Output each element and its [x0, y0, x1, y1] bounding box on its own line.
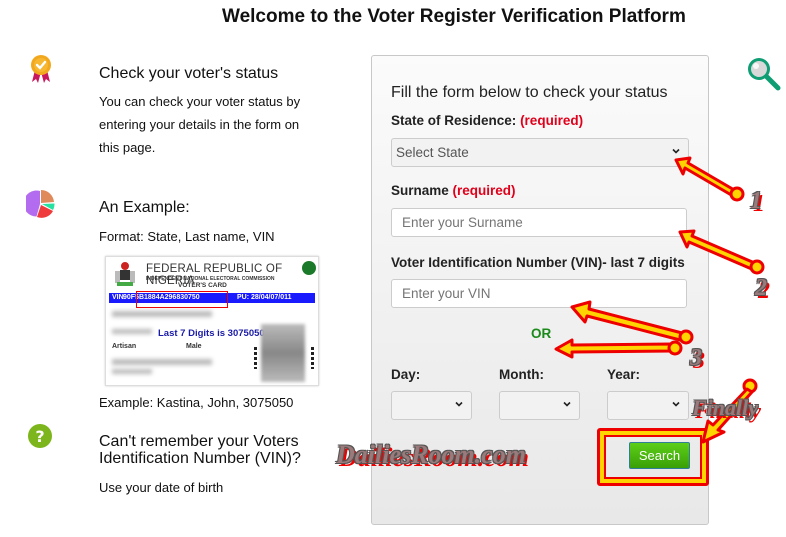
state-label: State of Residence: (required)	[391, 113, 583, 128]
arrow-finally-knob	[742, 378, 758, 394]
blurred-address	[112, 359, 212, 365]
blurred-dob	[112, 329, 152, 334]
step-3-label: 3	[690, 345, 702, 371]
check-status-text-3: this page.	[99, 140, 156, 155]
step-1-label: 1	[750, 188, 762, 214]
arrow-1-knob	[729, 186, 745, 202]
card-dots-left	[254, 347, 257, 369]
year-select[interactable]	[607, 391, 689, 420]
card-vin-label: VIN	[112, 294, 124, 301]
forgot-vin-title-1: Can't remember your Voters	[99, 433, 299, 450]
card-dots-right	[311, 347, 314, 369]
month-label: Month:	[499, 367, 544, 382]
question-circle-icon: ?	[28, 424, 52, 448]
year-label: Year:	[607, 367, 641, 382]
blurred-name	[112, 311, 212, 317]
chevron-down-icon	[672, 148, 680, 154]
award-badge-icon	[31, 55, 51, 83]
vin-highlight-box	[136, 291, 228, 308]
step-2-label: 2	[755, 275, 767, 301]
check-status-text-1: You can check your voter status by	[99, 94, 301, 109]
voter-card-example-image: FEDERAL REPUBLIC OF NIGERIA INDEPENDENT …	[105, 256, 319, 386]
watermark: DailiesRoom.com	[336, 440, 526, 469]
surname-label-text: Surname	[391, 183, 449, 198]
or-divider: OR	[531, 326, 552, 341]
surname-label: Surname (required)	[391, 183, 516, 198]
state-select-value: Select State	[396, 145, 469, 160]
check-status-title: Check your voter's status	[99, 65, 279, 82]
example-text: Example: Kastina, John, 3075050	[99, 395, 294, 410]
blurred-address-2	[112, 369, 152, 374]
state-label-text: State of Residence:	[391, 113, 517, 128]
last-digits-annotation: Last 7 Digits is 3075050	[158, 328, 265, 339]
card-photo	[261, 324, 305, 382]
pie-chart-icon	[26, 189, 55, 218]
coat-of-arms-icon	[115, 262, 135, 286]
card-occupation: Artisan	[112, 343, 137, 350]
example-title: An Example:	[99, 199, 190, 216]
month-select[interactable]	[499, 391, 580, 420]
chevron-down-icon	[455, 401, 463, 407]
forgot-vin-text: Use your date of birth	[99, 480, 224, 495]
surname-input[interactable]	[391, 208, 687, 237]
vin-label: Voter Identification Number (VIN)- last …	[391, 255, 685, 270]
magnifier-icon	[748, 58, 781, 91]
inec-seal-icon	[302, 261, 316, 275]
required-marker: (required)	[452, 183, 516, 198]
arrow-2-knob	[749, 259, 765, 275]
chevron-down-icon	[563, 401, 571, 407]
form-heading: Fill the form below to check your status	[391, 84, 668, 101]
state-select[interactable]: Select State	[391, 138, 689, 167]
page-title: Welcome to the Voter Register Verificati…	[222, 6, 686, 27]
search-highlight-box	[597, 428, 709, 486]
day-select[interactable]	[391, 391, 472, 420]
day-label: Day:	[391, 367, 421, 382]
example-format: Format: State, Last name, VIN	[99, 229, 275, 244]
card-sex: Male	[186, 343, 202, 350]
vin-input[interactable]	[391, 279, 687, 308]
card-type: VOTER'S CARD	[178, 282, 227, 289]
card-pu: PU: 28/04/07/011	[237, 294, 292, 301]
svg-text:?: ?	[35, 427, 44, 446]
card-country: FEDERAL REPUBLIC OF NIGERIA	[146, 263, 283, 287]
check-status-text-2: entering your details in the form on	[99, 117, 300, 132]
required-marker: (required)	[520, 113, 584, 128]
finally-label: Finally	[692, 395, 759, 420]
forgot-vin-title-2: Identification Number (VIN)?	[99, 450, 301, 467]
chevron-down-icon	[672, 401, 680, 407]
